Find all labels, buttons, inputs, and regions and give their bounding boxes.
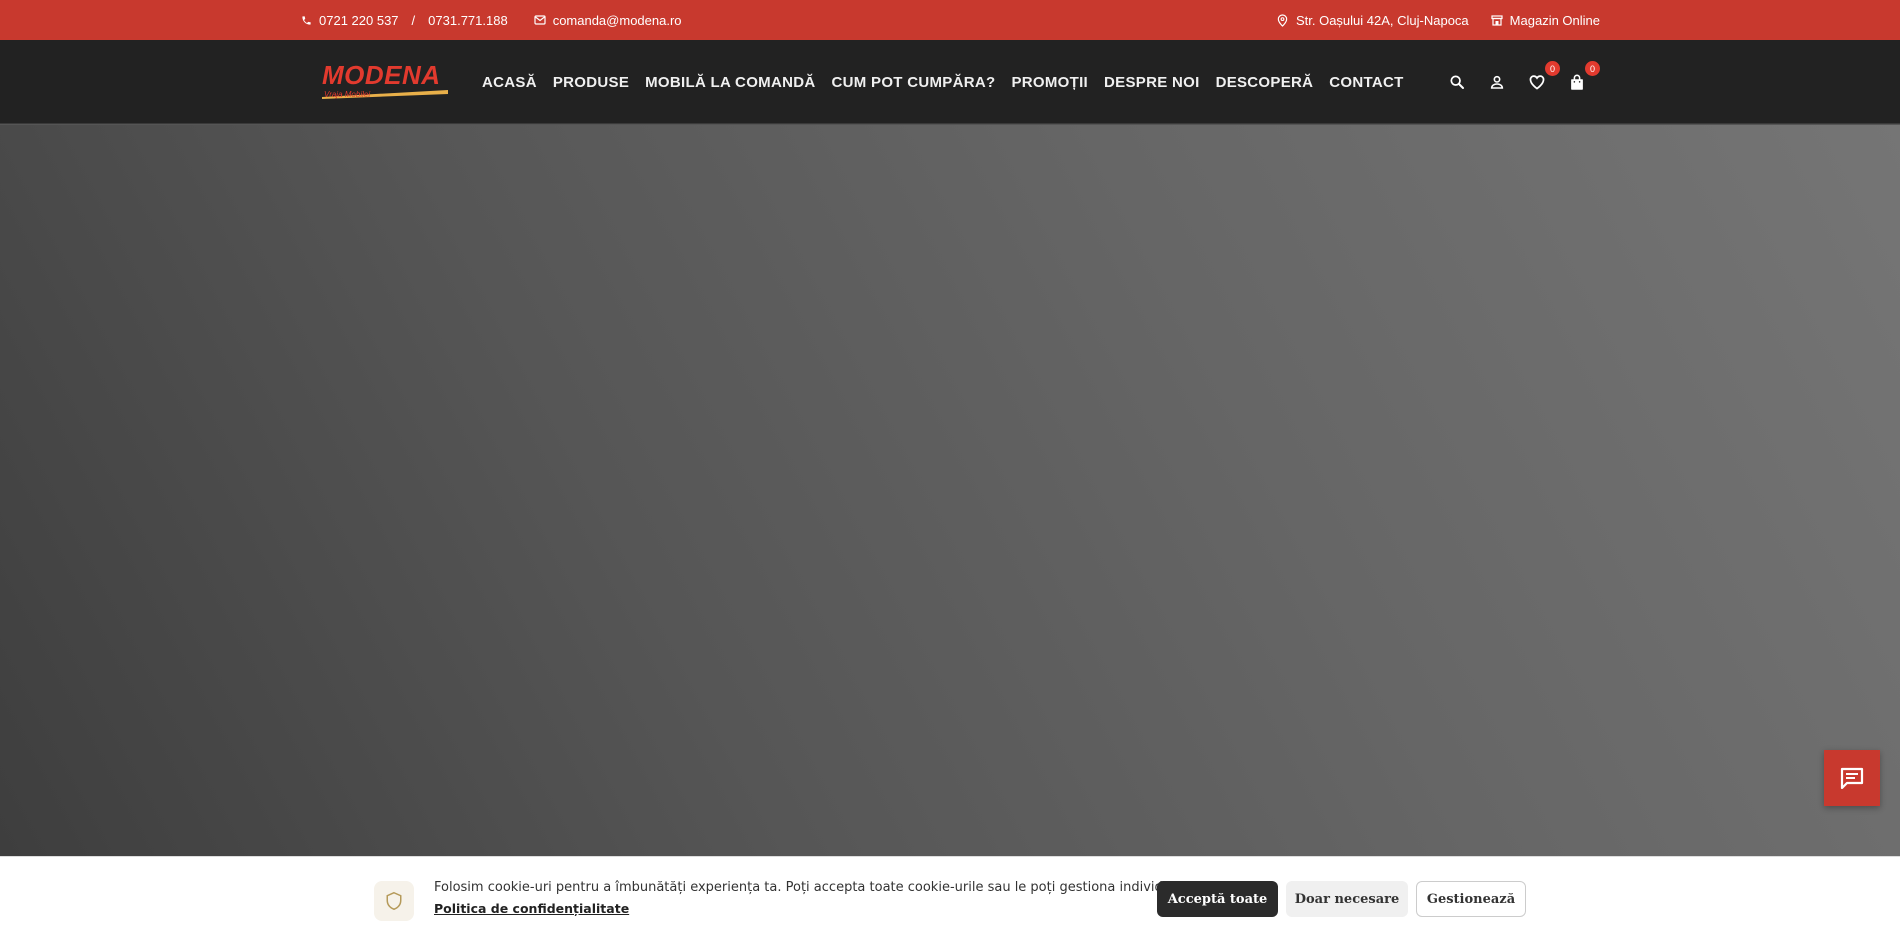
phone-icon — [300, 14, 312, 26]
nav-item-acasa[interactable]: ACASĂ — [482, 74, 537, 91]
chat-icon — [1840, 767, 1864, 789]
account-button[interactable] — [1488, 73, 1506, 91]
phone-contact[interactable]: 0721 220 537 / 0731.771.188 — [300, 13, 508, 28]
user-icon — [1490, 75, 1504, 89]
phone-number-2[interactable]: 0731.771.188 — [428, 13, 508, 28]
cookie-text: Folosim cookie-uri pentru a îmbunătăți e… — [434, 880, 1187, 916]
location-pin-icon — [1277, 13, 1289, 27]
nav-item-despre-noi[interactable]: DESPRE NOI — [1104, 74, 1200, 91]
cookie-consent-bar: Folosim cookie-uri pentru a îmbunătăți e… — [0, 856, 1900, 940]
address-text[interactable]: Str. Oașului 42A, Cluj-Napoca — [1296, 13, 1469, 28]
accept-all-button[interactable]: Acceptă toate — [1157, 881, 1278, 917]
privacy-policy-link[interactable]: Politica de confidențialitate — [434, 901, 1187, 916]
email-address[interactable]: comanda@modena.ro — [553, 13, 682, 28]
main-header: MODENA Vraja Mobilei ACASĂ PRODUSE MOBIL… — [0, 40, 1900, 124]
email-contact[interactable]: comanda@modena.ro — [534, 13, 682, 28]
logo[interactable]: MODENA Vraja Mobilei — [322, 62, 448, 102]
main-nav: ACASĂ PRODUSE MOBILĂ LA COMANDĂ CUM POT … — [482, 40, 1404, 124]
cookie-shield-badge — [374, 881, 414, 921]
hero-banner — [0, 125, 1900, 856]
manage-cookies-button[interactable]: Gestionează — [1416, 881, 1526, 917]
nav-item-contact[interactable]: CONTACT — [1329, 74, 1403, 91]
cookie-message: Folosim cookie-uri pentru a îmbunătăți e… — [434, 880, 1187, 895]
nav-item-mobila-la-comanda[interactable]: MOBILĂ LA COMANDĂ — [645, 74, 815, 91]
nav-item-promotii[interactable]: PROMOȚII — [1011, 74, 1088, 91]
search-icon — [1450, 75, 1464, 89]
nav-item-produse[interactable]: PRODUSE — [553, 74, 629, 91]
logo-tagline: Vraja Mobilei — [324, 90, 371, 99]
top-contact-bar: 0721 220 537 / 0731.771.188 comanda@mode… — [0, 0, 1900, 40]
shop-link[interactable]: Magazin Online — [1491, 13, 1600, 28]
shop-text[interactable]: Magazin Online — [1510, 13, 1600, 28]
wishlist-button[interactable]: 0 — [1528, 61, 1560, 91]
header-icons: 0 0 — [1448, 40, 1600, 124]
wishlist-count-badge: 0 — [1545, 61, 1560, 76]
store-icon — [1491, 14, 1503, 26]
logo-brand: MODENA — [322, 60, 441, 90]
bag-icon — [1571, 74, 1583, 90]
only-necessary-button[interactable]: Doar necesare — [1286, 881, 1408, 917]
cart-count-badge: 0 — [1585, 61, 1600, 76]
nav-item-cum-pot-cumpara[interactable]: CUM POT CUMPĂRA? — [831, 74, 995, 91]
phone-number-1[interactable]: 0721 220 537 — [319, 13, 399, 28]
mail-icon — [534, 14, 546, 26]
nav-item-descopera[interactable]: DESCOPERĂ — [1216, 74, 1314, 91]
chat-button[interactable] — [1824, 750, 1880, 806]
address-link[interactable]: Str. Oașului 42A, Cluj-Napoca — [1277, 13, 1469, 28]
shield-icon — [386, 891, 402, 911]
phone-separator: / — [411, 12, 416, 28]
cart-button[interactable]: 0 — [1568, 61, 1600, 91]
heart-icon — [1529, 75, 1545, 90]
search-button[interactable] — [1448, 73, 1466, 91]
